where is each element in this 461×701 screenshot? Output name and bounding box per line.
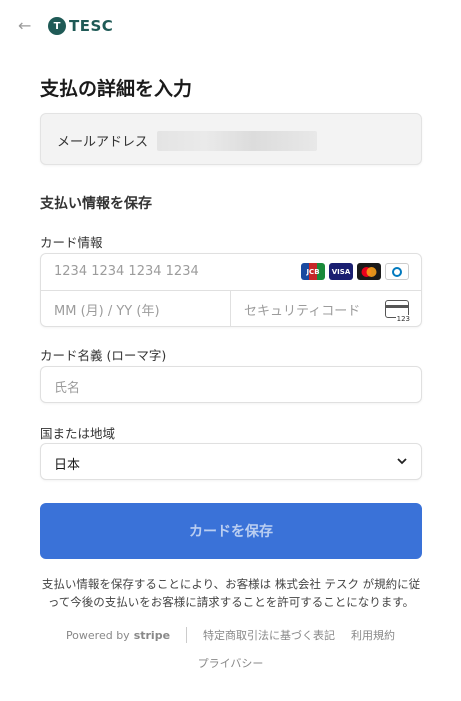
cardholder-label: カード名義 (ローマ字)	[40, 348, 167, 363]
country-select[interactable]: 日本	[40, 443, 422, 480]
logo-mark: T	[48, 17, 66, 35]
jcb-icon: JCB	[301, 263, 325, 280]
field-divider	[230, 291, 231, 327]
visa-icon: VISA	[329, 263, 353, 280]
powered-by-text: Powered by	[65, 628, 130, 642]
card-cvc-icon: 123	[385, 300, 411, 323]
privacy-link[interactable]: プライバシー	[0, 655, 461, 671]
logo: T TESC	[48, 17, 113, 35]
terms-link[interactable]: 利用規約	[351, 627, 395, 643]
legal-notice-link[interactable]: 特定商取引法に基づく表記	[203, 627, 335, 643]
diners-icon	[385, 263, 409, 280]
email-box: メールアドレス	[40, 113, 422, 165]
country-label: 国または地域	[40, 426, 116, 441]
section-title: 支払い情報を保存	[40, 196, 152, 212]
stripe-logo[interactable]: stripe	[134, 629, 170, 642]
terms-text: 支払い情報を保存することにより、お客様は 株式会社 テスク が規約に従って今後の…	[41, 577, 421, 609]
card-brands: JCB VISA	[301, 263, 409, 280]
mastercard-icon	[357, 263, 381, 280]
expiry-field[interactable]: MM (月) / YY (年)	[54, 300, 160, 319]
email-value-redacted	[157, 131, 317, 151]
top-bar: ← T TESC	[18, 14, 113, 38]
page-title: 支払の詳細を入力	[40, 78, 193, 100]
cvc-field[interactable]: セキュリティコード	[244, 300, 360, 319]
footer: Powered by stripe 特定商取引法に基づく表記 利用規約	[0, 627, 461, 643]
card-info-group: 1234 1234 1234 1234 JCB VISA MM (月) / YY…	[40, 253, 422, 327]
card-info-label: カード情報	[40, 235, 103, 250]
card-number-field[interactable]: 1234 1234 1234 1234 JCB VISA	[41, 254, 421, 291]
card-number-placeholder: 1234 1234 1234 1234	[54, 264, 199, 279]
country-value: 日本	[54, 458, 81, 473]
cvc-icon-number: 123	[395, 315, 411, 323]
logo-text: TESC	[69, 17, 114, 35]
footer-separator	[186, 627, 188, 643]
save-card-button[interactable]: カードを保存	[40, 503, 422, 559]
chevron-down-icon	[397, 458, 407, 465]
cardholder-input[interactable]: 氏名	[40, 366, 422, 403]
arrow-left-icon[interactable]: ←	[18, 17, 36, 35]
cardholder-placeholder: 氏名	[54, 381, 81, 396]
email-label: メールアドレス	[57, 135, 149, 150]
